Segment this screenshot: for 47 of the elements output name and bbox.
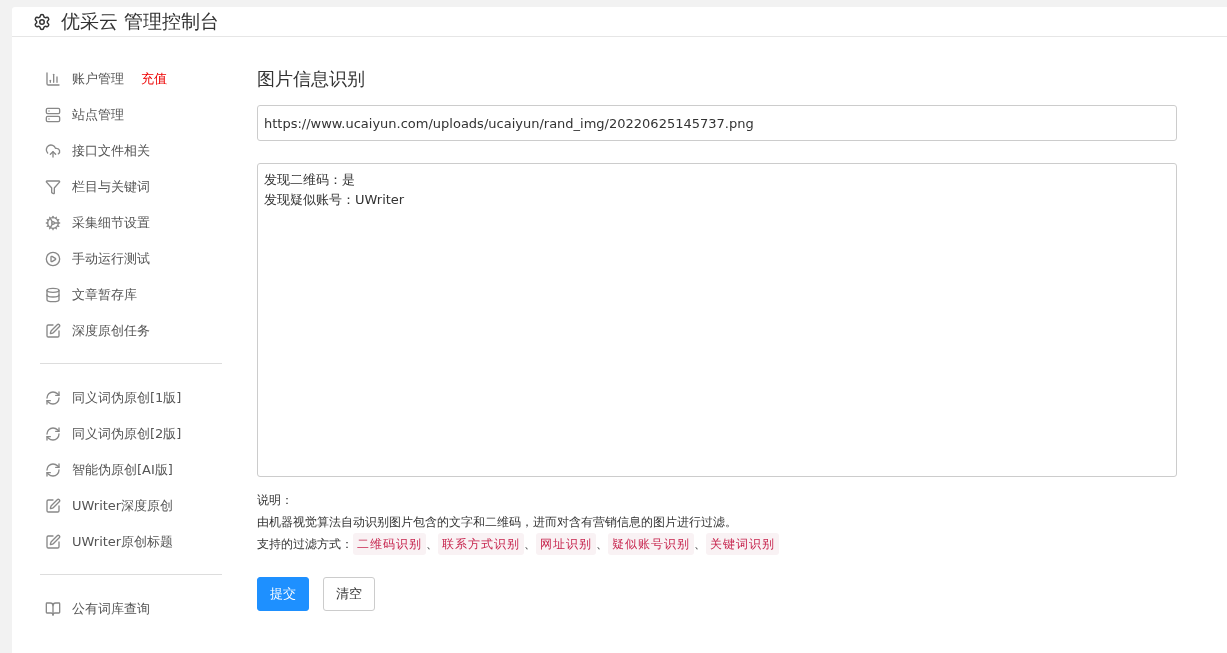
result-box[interactable]: 发现二维码：是 发现疑似账号：UWriter	[257, 163, 1177, 477]
separator: 、	[426, 536, 438, 553]
filter-icon	[45, 179, 61, 195]
refresh-icon	[45, 390, 61, 406]
filter-tag: 关键词识别	[706, 533, 779, 555]
sidebar-item[interactable]: 深度原创任务	[40, 313, 222, 349]
settings-icon	[33, 12, 51, 31]
result-line: 发现二维码：是	[264, 171, 356, 189]
sidebar-item[interactable]: 采集细节设置	[40, 205, 222, 241]
sidebar-item[interactable]: 公有词库查询	[40, 591, 222, 627]
filter-tag: 网址识别	[536, 533, 596, 555]
filters-label: 支持的过滤方式：	[257, 536, 353, 553]
sidebar-item[interactable]: 栏目与关键词	[40, 169, 222, 205]
sidebar-item[interactable]: 智能伪原创[AI版]	[40, 452, 222, 488]
refresh-icon	[45, 462, 61, 478]
sidebar-item[interactable]: 账户管理 充值	[40, 61, 222, 97]
play-icon	[45, 251, 61, 267]
console-title: 优采云 管理控制台	[61, 8, 220, 34]
sidebar-item[interactable]: 同义词伪原创[2版]	[40, 416, 222, 452]
database-icon	[45, 287, 61, 303]
filter-tag: 联系方式识别	[438, 533, 524, 555]
separator: 、	[596, 536, 608, 553]
book-icon	[45, 601, 61, 617]
bar-chart-icon	[45, 71, 61, 87]
sidebar-item[interactable]: UWriter深度原创	[40, 488, 222, 524]
description-text: 由机器视觉算法自动识别图片包含的文字和二维码，进而对含有营销信息的图片进行过滤。	[257, 514, 738, 531]
edit-icon	[45, 323, 61, 339]
result-line: 发现疑似账号：UWriter	[264, 191, 406, 209]
notes-title: 说明：	[257, 492, 294, 509]
sidebar-item[interactable]: 接口文件相关	[40, 133, 222, 169]
filter-tag: 疑似账号识别	[608, 533, 694, 555]
sidebar-item[interactable]: 同义词伪原创[1版]	[40, 380, 222, 416]
page-title: 图片信息识别	[257, 67, 366, 91]
sidebar-item[interactable]: 手动运行测试	[40, 241, 222, 277]
clear-button[interactable]: 清空	[323, 577, 375, 611]
sidebar-item[interactable]: 文章暂存库	[40, 277, 222, 313]
sidebar-item[interactable]: UWriter原创标题	[40, 524, 222, 560]
server-icon	[45, 107, 61, 123]
filter-tag: 二维码识别	[353, 533, 426, 555]
edit-icon	[45, 534, 61, 550]
separator: 、	[694, 536, 706, 553]
refresh-icon	[45, 426, 61, 442]
edit-icon	[45, 498, 61, 514]
separator: 、	[524, 536, 536, 553]
cloud-upload-icon	[45, 143, 61, 159]
sidebar-item[interactable]: 站点管理	[40, 97, 222, 133]
url-field[interactable]: https://www.ucaiyun.com/uploads/ucaiyun/rand_img/20220625145737.png	[257, 105, 1177, 141]
